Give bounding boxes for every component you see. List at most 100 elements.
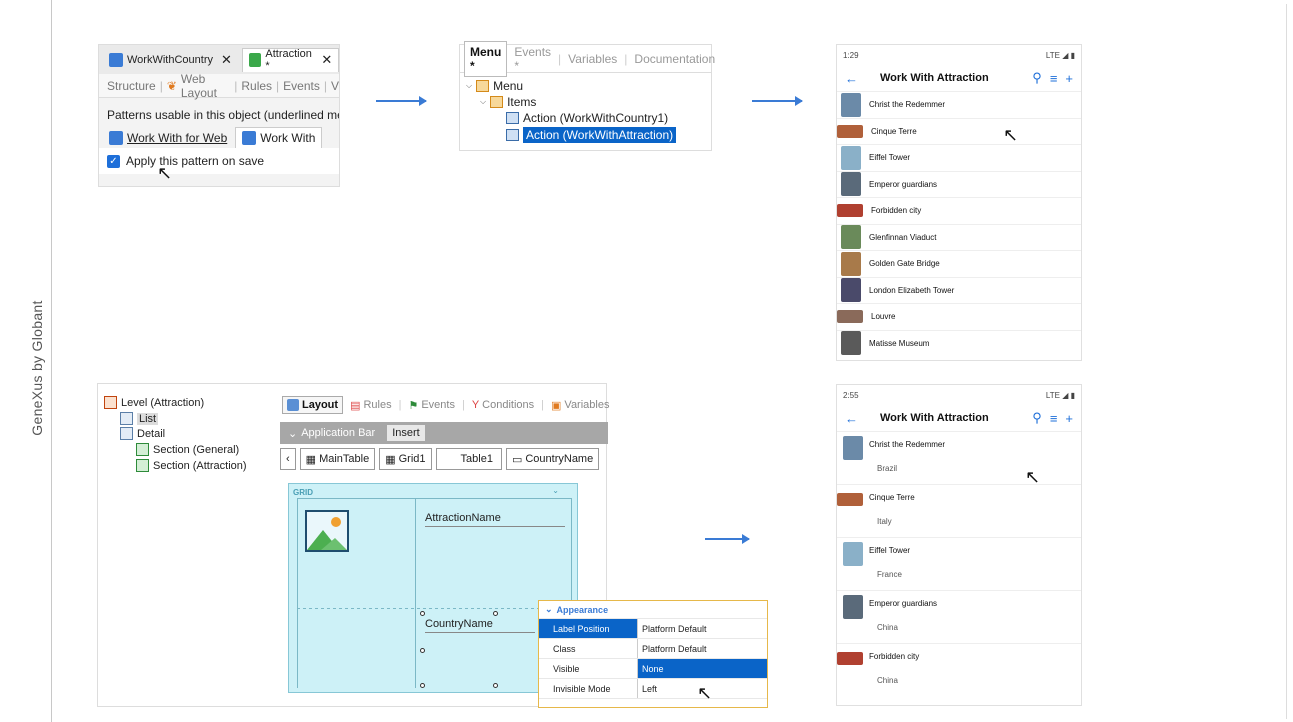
back-arrow-icon[interactable]: ← — [845, 71, 858, 86]
subtab-structure[interactable]: Structure — [107, 79, 156, 93]
add-icon[interactable]: + — [1065, 411, 1073, 426]
tab-rules[interactable]: ▤ Rules — [346, 397, 396, 414]
list-item[interactable]: Glenfinnan Viaduct — [837, 223, 1081, 251]
tab-work-with[interactable]: Work With — [235, 127, 323, 148]
tree-item-items[interactable]: ⌵ Items — [480, 95, 536, 109]
tab-workwithcountry[interactable]: WorkWithCountry ✕ — [103, 48, 238, 72]
image-placeholder-icon[interactable] — [305, 510, 349, 552]
apply-pattern-checkbox[interactable]: ✓ Apply this pattern on save — [99, 148, 339, 174]
list-item[interactable]: Forbidden city — [837, 197, 1081, 224]
subtab-events[interactable]: Events — [283, 79, 320, 93]
control-breadcrumb: ‹ ▦ MainTable ▦ Grid1 Table1 ▭ CountryName — [280, 448, 600, 470]
tab-attraction[interactable]: Attraction * ✕ — [241, 47, 339, 72]
attraction-name: London Elizabeth Tower — [869, 285, 955, 295]
close-icon[interactable]: ✕ — [321, 52, 332, 68]
application-bar[interactable]: ⌄ Application Bar Insert — [280, 422, 608, 444]
scroll-left-button[interactable]: ‹ — [280, 448, 296, 470]
attraction-name: Eiffel Tower — [869, 546, 911, 555]
list-item[interactable]: Emperor guardians China — [837, 590, 1081, 643]
tree-item-action[interactable]: Action (WorkWithCountry1) — [506, 111, 668, 125]
list-item[interactable]: London Elizabeth Tower — [837, 276, 1081, 304]
list-item[interactable]: Christ the Redemmer — [837, 91, 1081, 118]
subtab-web-layout[interactable]: Web Layout — [181, 72, 230, 100]
resize-handle[interactable] — [420, 648, 425, 653]
list-item[interactable]: Forbidden city China — [837, 643, 1081, 696]
resize-handle[interactable] — [493, 683, 498, 688]
property-row[interactable]: Class Platform Default — [539, 639, 767, 659]
back-arrow-icon[interactable]: ← — [845, 411, 858, 426]
detail-icon — [120, 427, 133, 440]
tree-item-level[interactable]: Level (Attraction) — [104, 396, 204, 409]
section-icon — [136, 443, 149, 456]
tab-events[interactable]: Events * — [509, 42, 556, 76]
tab-variables[interactable]: Variables — [563, 49, 622, 69]
tab-documentation[interactable]: Documentation — [629, 49, 720, 69]
tree-item-list[interactable]: List — [120, 412, 159, 425]
list-item[interactable]: Christ the Redemmer Brazil — [837, 431, 1081, 484]
control-grid1[interactable]: ▦ Grid1 — [379, 448, 432, 470]
resize-handle[interactable] — [493, 611, 498, 616]
close-icon[interactable]: ✕ — [221, 52, 232, 68]
tab-menu[interactable]: Menu * — [464, 40, 508, 77]
status-bar: 2:55 LTE ◢ ▮ — [837, 385, 1081, 405]
property-row[interactable]: Label Position Platform Default — [539, 619, 767, 639]
attraction-name: Golden Gate Bridge — [869, 259, 940, 269]
search-icon[interactable]: ⚲ — [1032, 70, 1042, 86]
tree-item-detail[interactable]: Detail — [120, 427, 165, 440]
control-table1[interactable]: Table1 — [435, 448, 502, 470]
control-countryname[interactable]: ▭ CountryName — [505, 448, 600, 470]
attraction-name: Louvre — [871, 312, 896, 322]
mouse-cursor-icon: ↖ — [1025, 467, 1041, 487]
dropdown-option[interactable]: Platform Default — [637, 639, 767, 658]
tab-layout[interactable]: Layout — [282, 396, 344, 414]
tab-conditions[interactable]: Y Conditions — [468, 397, 538, 413]
control-maintable[interactable]: ▦ MainTable — [299, 448, 376, 470]
checkbox-label: Apply this pattern on save — [126, 154, 265, 168]
filter-icon[interactable]: ≡ — [1050, 411, 1058, 426]
list-item[interactable]: Emperor guardians — [837, 170, 1081, 198]
list-icon — [120, 412, 133, 425]
table-icon: ▦ — [305, 453, 317, 466]
tree-item-menu[interactable]: ⌵ Menu — [466, 79, 523, 93]
list-item[interactable]: Eiffel Tower France — [837, 537, 1081, 590]
list-item[interactable]: Louvre — [837, 303, 1081, 330]
resize-handle[interactable] — [420, 611, 425, 616]
grid-icon: ▦ — [385, 453, 396, 466]
tree-item-action-selected[interactable]: Action (WorkWithAttraction) — [506, 127, 677, 143]
list-item[interactable]: Cinque Terre Italy — [837, 484, 1081, 537]
web-layout-icon: ❦ — [166, 78, 177, 93]
phone-list-detail-screen: 2:55 LTE ◢ ▮ ← Work With Attraction ⚲ ≡ … — [836, 384, 1082, 706]
attraction-thumbnail — [837, 310, 863, 324]
attraction-name: Christ the Redemmer — [869, 440, 946, 449]
list-item[interactable]: Eiffel Tower — [837, 144, 1081, 171]
insert-button[interactable]: Insert — [387, 425, 425, 441]
resize-handle[interactable] — [420, 683, 425, 688]
add-icon[interactable]: + — [1065, 71, 1073, 86]
tab-events[interactable]: ⚑ Events — [404, 397, 459, 414]
appearance-header[interactable]: ⌄ Appearance — [539, 601, 767, 619]
property-row[interactable]: Invisible Mode Left — [539, 679, 767, 699]
list-item[interactable]: Matisse Museum — [837, 329, 1081, 357]
attraction-thumbnail — [837, 652, 863, 665]
tab-variables[interactable]: ▣ Variables — [547, 397, 613, 414]
tab-work-with-for-web[interactable]: Work With for Web — [103, 127, 233, 148]
list-item[interactable]: Cinque Terre — [837, 117, 1081, 145]
slide: GeneXus by Globant WorkWithCountry ✕ Att… — [0, 0, 1293, 722]
search-icon[interactable]: ⚲ — [1032, 410, 1042, 426]
countryname-field[interactable]: CountryName — [425, 618, 535, 633]
property-row[interactable]: Visible None — [539, 659, 767, 679]
grid-canvas[interactable]: GRID ⌄ AttractionName CountryName — [288, 483, 578, 693]
filter-icon[interactable]: ≡ — [1050, 71, 1058, 86]
list-item[interactable]: Golden Gate Bridge — [837, 250, 1081, 277]
tree-item-section-general[interactable]: Section (General) — [136, 443, 239, 456]
tree-item-section-attraction[interactable]: Section (Attraction) — [136, 459, 247, 472]
attraction-thumbnail — [841, 331, 861, 356]
dropdown-option-selected[interactable]: None — [637, 659, 767, 678]
subtab-more[interactable]: V — [331, 79, 339, 93]
attractionname-field[interactable]: AttractionName — [425, 512, 565, 527]
attraction-name: Glenfinnan Viaduct — [869, 232, 937, 242]
property-value[interactable]: Platform Default — [637, 619, 767, 638]
layout-icon — [287, 399, 299, 411]
pattern-icon — [242, 131, 257, 145]
subtab-rules[interactable]: Rules — [241, 79, 272, 93]
